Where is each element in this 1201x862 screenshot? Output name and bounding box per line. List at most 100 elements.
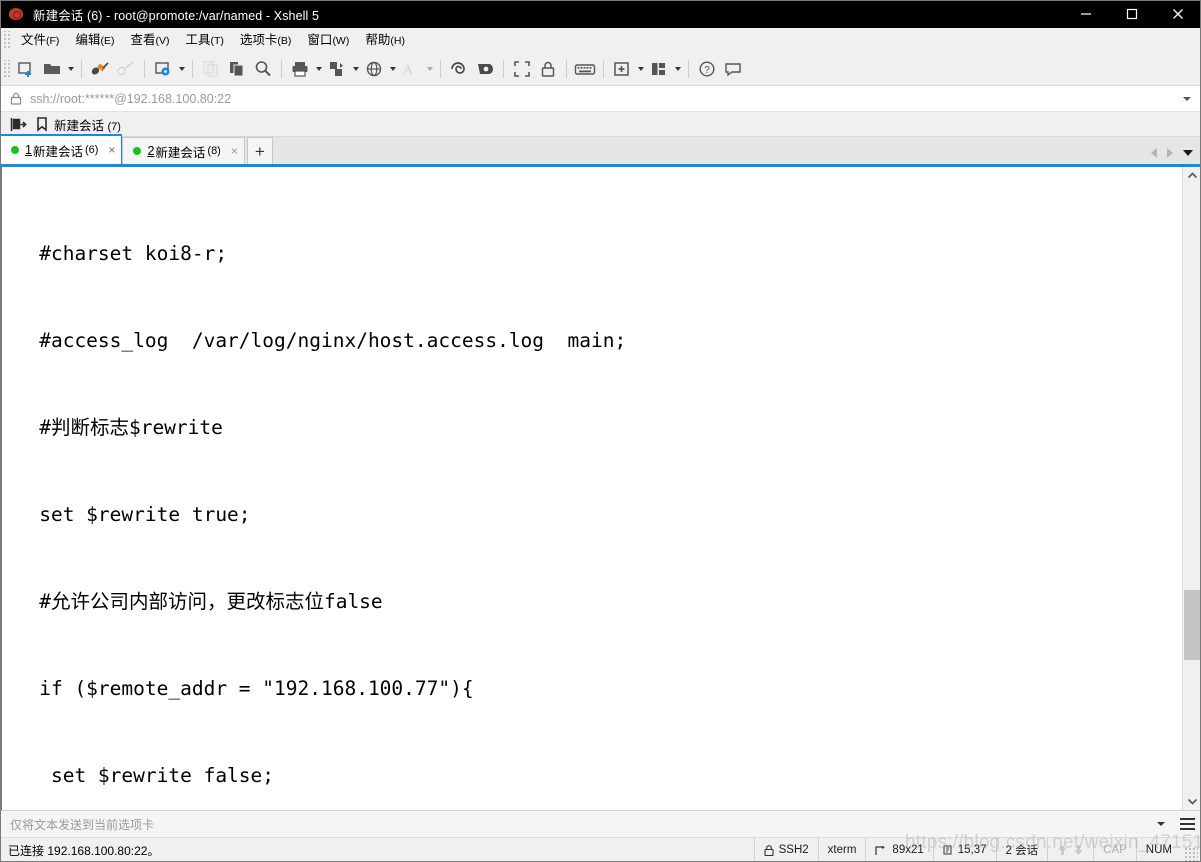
window-resize-grip[interactable] [1184, 846, 1198, 861]
menu-tab[interactable]: 选项卡(B) [232, 31, 300, 50]
paste-icon[interactable] [224, 56, 250, 82]
scrollbar-track[interactable] [1183, 185, 1201, 792]
tab-count: (6) [84, 144, 99, 156]
toolbar: A ? [0, 53, 1201, 86]
xshell-window: 新建会话 (6) - root@promote:/var/named - Xsh… [0, 0, 1201, 862]
menu-grip[interactable] [2, 31, 10, 49]
connect-icon[interactable] [87, 56, 113, 82]
menu-file-label: 文件 [21, 32, 47, 47]
arrow-down-icon [1074, 845, 1083, 855]
transfer-dropdown-icon[interactable] [350, 56, 361, 82]
send-text-input[interactable]: 仅将文本发送到当前选项卡 [10, 816, 154, 833]
status-session-count[interactable]: 2 会话 [995, 837, 1048, 862]
terminal-scrollbar[interactable] [1182, 167, 1201, 810]
menu-view[interactable]: 查看(V) [122, 31, 177, 50]
globe-dropdown-icon[interactable] [387, 56, 398, 82]
bookmark-session-count: (7) [107, 120, 121, 133]
xagent-icon[interactable] [472, 56, 498, 82]
status-num-lock: NUM [1135, 837, 1181, 862]
toolbar-separator [440, 60, 441, 78]
status-bar-cells: SSH2 xterm 89x21 15,37 2 会话 CAP NUM [753, 837, 1201, 862]
new-session-icon[interactable] [13, 56, 39, 82]
transfer-icon[interactable] [324, 56, 350, 82]
arrow-left-icon[interactable] [1151, 148, 1157, 158]
toolbar-separator [281, 60, 282, 78]
open-folder-dropdown-icon[interactable] [65, 56, 76, 82]
open-folder-icon[interactable] [39, 56, 65, 82]
menu-help-label: 帮助 [365, 32, 391, 47]
find-icon[interactable] [250, 56, 276, 82]
tab-session-2[interactable]: 2 新建会话 (8) × [122, 137, 245, 164]
status-cursor-position[interactable]: 15,37 [932, 837, 996, 862]
tab-session-1[interactable]: 1 新建会话 (6) × [0, 134, 123, 164]
scrollbar-thumb[interactable] [1183, 590, 1201, 660]
hamburger-icon[interactable] [1173, 811, 1201, 838]
menu-help[interactable]: 帮助(H) [357, 31, 413, 50]
send-bar-dropdown-icon[interactable] [1149, 811, 1173, 838]
address-dropdown-icon[interactable] [1183, 97, 1191, 101]
feedback-icon[interactable] [720, 56, 746, 82]
disconnect-icon [113, 56, 139, 82]
fullscreen-icon[interactable] [509, 56, 535, 82]
tab-close-icon[interactable]: × [108, 144, 115, 156]
bookmark-session-label[interactable]: 新建会话 (7) [54, 115, 121, 134]
session-properties-dropdown-icon[interactable] [176, 56, 187, 82]
tab-list-dropdown-icon[interactable] [1183, 150, 1193, 156]
toolbar-separator [688, 60, 689, 78]
print-icon[interactable] [287, 56, 313, 82]
add-pane-dropdown-icon[interactable] [635, 56, 646, 82]
toolbar-separator [192, 60, 193, 78]
session-properties-icon[interactable] [150, 56, 176, 82]
terminal-screen[interactable]: #charset koi8-r; #access_log /var/log/ng… [2, 167, 1182, 810]
open-session-icon[interactable] [10, 117, 27, 132]
toolbar-separator [144, 60, 145, 78]
menu-window[interactable]: 窗口(W) [299, 31, 357, 50]
print-dropdown-icon[interactable] [313, 56, 324, 82]
chevron-down-icon[interactable] [1183, 792, 1201, 810]
layout-icon[interactable] [646, 56, 672, 82]
terminal-line: #允许公司内部访问，更改标志位false [4, 590, 383, 613]
status-protocol[interactable]: SSH2 [753, 837, 818, 862]
bookmark-icon[interactable] [36, 116, 48, 132]
terminal-line: set $rewrite false; [4, 764, 275, 787]
status-transfer-indicators [1047, 837, 1093, 862]
tab-count: (8) [207, 145, 221, 157]
maximize-button[interactable] [1109, 0, 1155, 28]
arrow-up-icon [1058, 845, 1067, 855]
toolbar-grip[interactable] [2, 60, 10, 78]
tab-close-icon[interactable]: × [231, 145, 238, 157]
xshell-icon [9, 6, 25, 22]
bookmark-bar: 新建会话 (7) [0, 112, 1201, 137]
menu-file[interactable]: 文件(F) [13, 31, 67, 50]
terminal-line: #access_log /var/log/nginx/host.access.l… [4, 329, 627, 352]
address-input[interactable]: ssh://root:******@192.168.100.80:22 [30, 92, 231, 106]
send-text-bar[interactable]: 仅将文本发送到当前选项卡 [0, 810, 1201, 837]
menu-edit[interactable]: 编辑(E) [67, 31, 122, 50]
chevron-up-icon[interactable] [1183, 167, 1201, 185]
terminal-area: #charset koi8-r; #access_log /var/log/ng… [0, 167, 1201, 810]
menu-tools[interactable]: 工具(T) [177, 31, 231, 50]
xftp-icon[interactable] [446, 56, 472, 82]
close-button[interactable] [1155, 0, 1201, 28]
keyboard-icon[interactable] [572, 56, 598, 82]
status-caps-lock: CAP [1093, 837, 1136, 862]
terminal-line: #charset koi8-r; [4, 242, 228, 265]
address-bar[interactable]: ssh://root:******@192.168.100.80:22 [0, 86, 1201, 112]
status-terminal-type[interactable]: xterm [817, 837, 866, 862]
lock-icon[interactable] [535, 56, 561, 82]
globe-icon[interactable] [361, 56, 387, 82]
tab-label: 新建会话 [155, 145, 206, 160]
title-bar: 新建会话 (6) - root@promote:/var/named - Xsh… [0, 0, 1201, 28]
tab-label: 新建会话 [32, 144, 83, 159]
minimize-button[interactable] [1063, 0, 1109, 28]
new-tab-button[interactable]: + [246, 137, 273, 164]
help-icon[interactable]: ? [694, 56, 720, 82]
arrow-right-icon[interactable] [1167, 148, 1173, 158]
layout-dropdown-icon[interactable] [672, 56, 683, 82]
menu-view-label: 查看 [130, 32, 156, 47]
window-controls [1063, 0, 1201, 28]
status-terminal-size[interactable]: 89x21 [865, 837, 932, 862]
status-terminal-size-label: 89x21 [892, 844, 924, 856]
add-pane-icon[interactable] [609, 56, 635, 82]
menu-tools-label: 工具 [185, 32, 211, 47]
